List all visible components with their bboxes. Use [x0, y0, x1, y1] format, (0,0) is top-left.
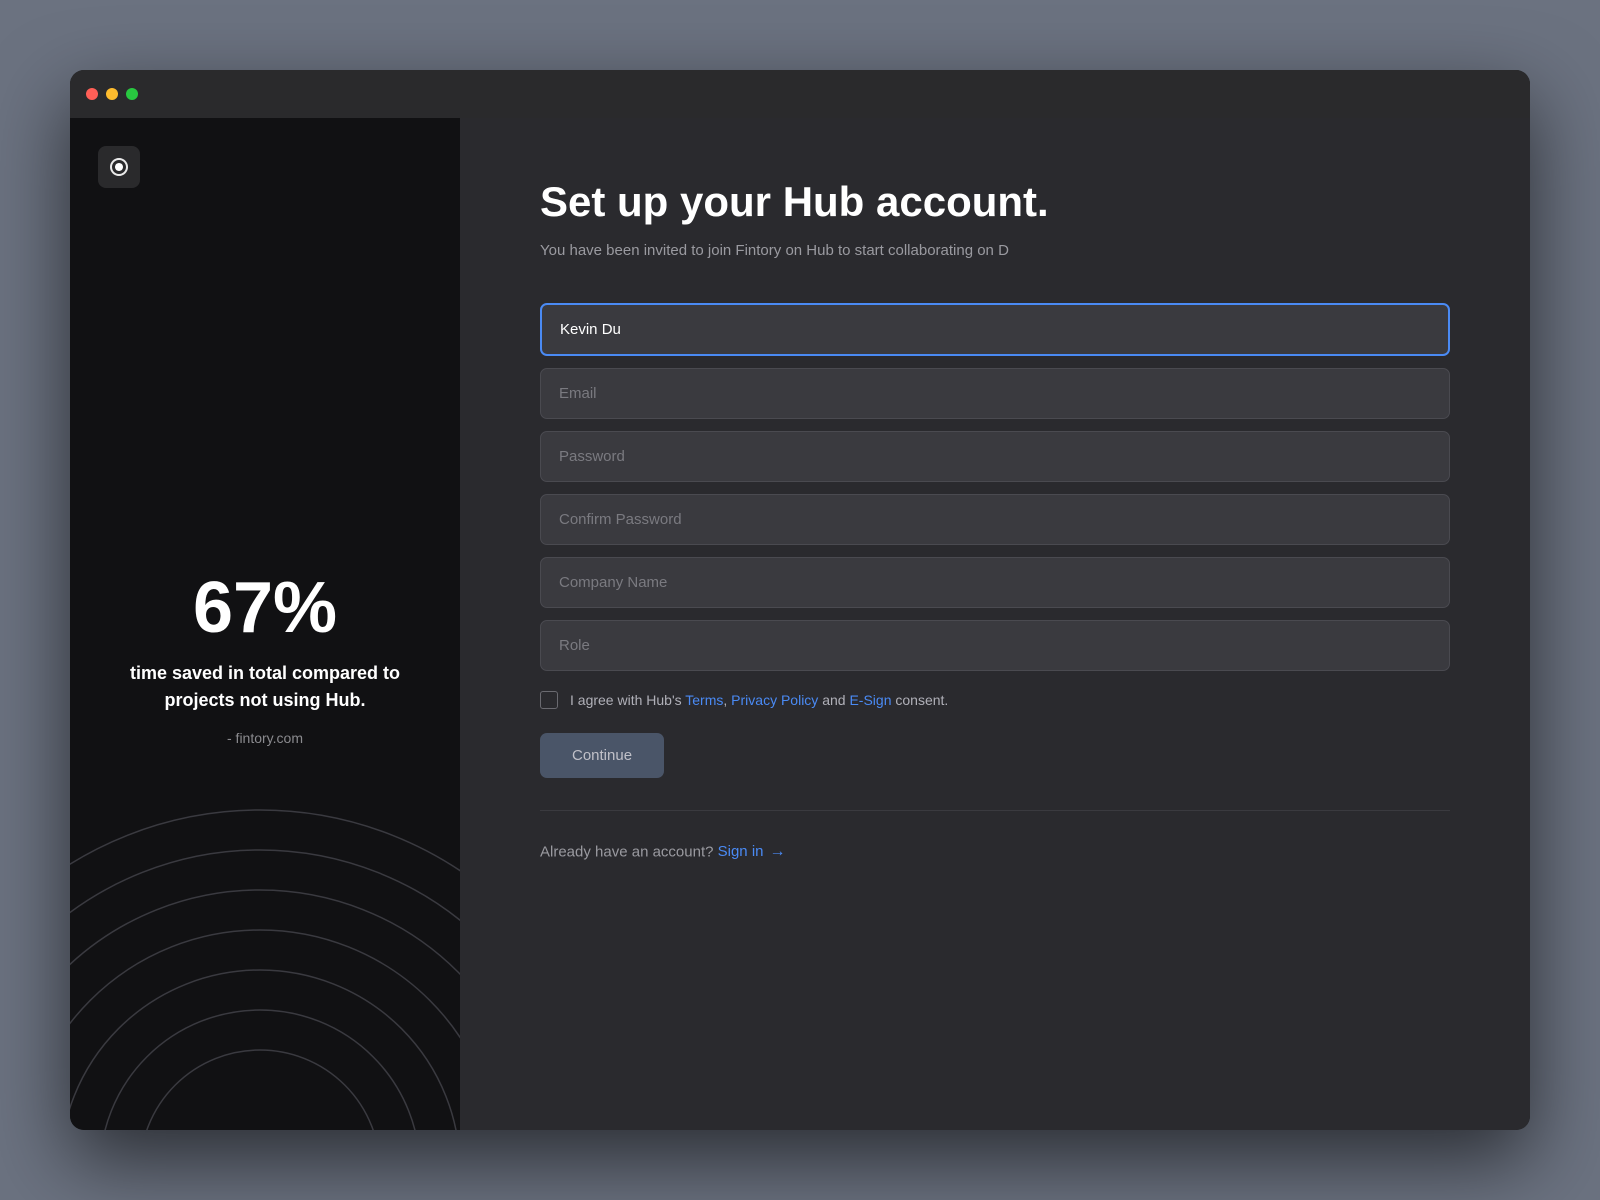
signin-link[interactable]: Sign in →: [718, 843, 786, 861]
terms-link[interactable]: Terms: [685, 692, 723, 708]
password-input[interactable]: [540, 431, 1450, 482]
divider: [540, 810, 1450, 811]
name-field-group: [540, 303, 1450, 356]
email-input[interactable]: [540, 368, 1450, 419]
maximize-button-tl[interactable]: [126, 88, 138, 100]
continue-button[interactable]: Continue: [540, 733, 664, 778]
stat-source: - fintory.com: [227, 730, 303, 746]
browser-chrome: [70, 70, 1530, 118]
minimize-button-tl[interactable]: [106, 88, 118, 100]
browser-window: 67% time saved in total compared to proj…: [70, 70, 1530, 1130]
privacy-link[interactable]: Privacy Policy: [731, 692, 818, 708]
stat-description: time saved in total compared to projects…: [100, 660, 430, 714]
name-input[interactable]: [540, 303, 1450, 356]
signin-row: Already have an account? Sign in →: [540, 843, 1450, 861]
left-panel: 67% time saved in total compared to proj…: [70, 118, 460, 1130]
stats-area: 67% time saved in total compared to proj…: [70, 188, 460, 1130]
logo-badge: [98, 146, 140, 188]
hub-logo-icon: [107, 155, 131, 179]
main-content: 67% time saved in total compared to proj…: [70, 118, 1530, 1130]
email-field-group: [540, 368, 1450, 419]
company-name-input[interactable]: [540, 557, 1450, 608]
right-panel: Set up your Hub account. You have been i…: [460, 118, 1530, 1130]
confirm-password-field-group: [540, 494, 1450, 545]
logo-area: [70, 118, 460, 188]
company-name-field-group: [540, 557, 1450, 608]
password-field-group: [540, 431, 1450, 482]
confirm-password-input[interactable]: [540, 494, 1450, 545]
agree-checkbox[interactable]: [540, 691, 558, 709]
page-subtitle: You have been invited to join Fintory on…: [540, 240, 1450, 263]
agree-row: I agree with Hub's Terms, Privacy Policy…: [540, 691, 1450, 709]
arrow-right-icon: →: [770, 843, 786, 861]
close-button-tl[interactable]: [86, 88, 98, 100]
esign-link[interactable]: E-Sign: [849, 692, 891, 708]
role-input[interactable]: [540, 620, 1450, 671]
agree-text: I agree with Hub's Terms, Privacy Policy…: [570, 692, 948, 708]
page-title: Set up your Hub account.: [540, 178, 1450, 226]
stat-number: 67%: [193, 572, 337, 644]
role-field-group: [540, 620, 1450, 671]
